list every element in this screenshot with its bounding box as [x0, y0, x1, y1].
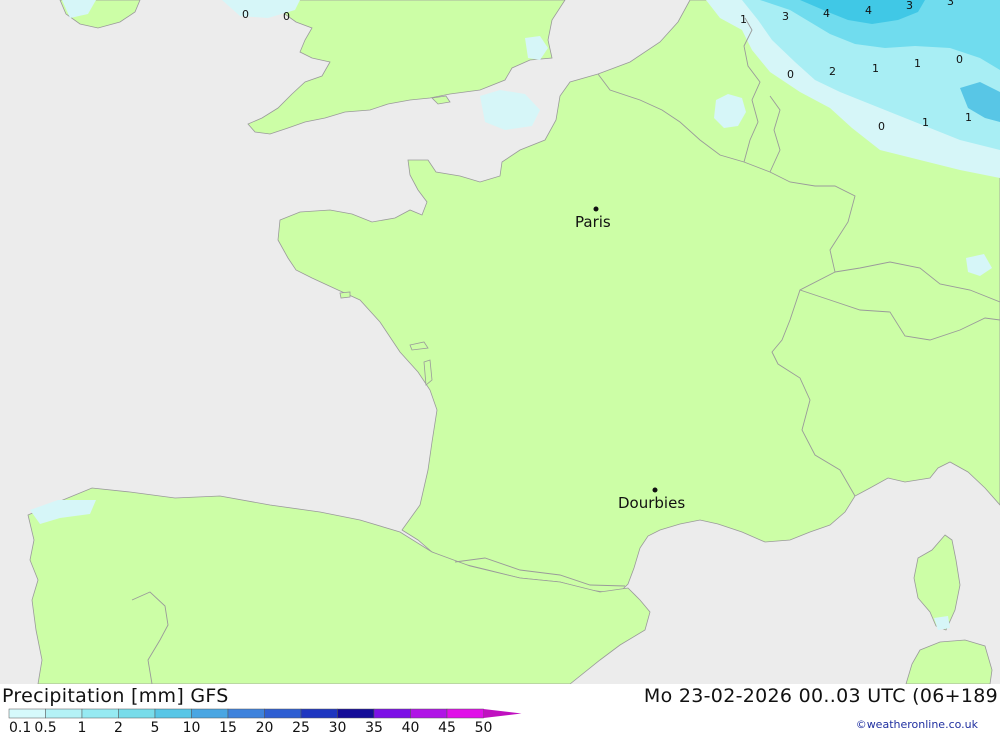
contour-label: 1	[914, 57, 921, 70]
legend-label: 20	[256, 720, 274, 733]
contour-label: 0	[956, 53, 963, 66]
contour-label: 1	[922, 116, 929, 129]
contour-label: 3	[906, 0, 913, 12]
precipitation-legend: 0.1 0.5 1 2 5 10 15 20 25 30 35 40 45 50	[8, 708, 522, 733]
land-island-belle	[339, 291, 351, 299]
legend-swatch	[81, 708, 119, 719]
contour-label: 1	[872, 62, 879, 75]
legend-swatch	[373, 708, 411, 719]
legend-labels: 0.1 0.5 1 2 5 10 15 20 25 30 35 40 45 50	[9, 720, 492, 733]
contour-label: 3	[782, 10, 789, 23]
legend-label: 1	[78, 720, 87, 733]
legend-label: 0.5	[34, 720, 56, 733]
legend-label: 2	[114, 720, 123, 733]
legend-label: 5	[151, 720, 160, 733]
contour-label: 4	[823, 7, 830, 20]
contour-label: 0	[283, 10, 290, 23]
city-label-paris: Paris	[575, 213, 611, 231]
legend-swatch	[191, 708, 229, 719]
map-title: Precipitation [mm] GFS	[2, 685, 229, 707]
legend-label: 45	[438, 720, 456, 733]
legend-swatch	[227, 708, 265, 719]
contour-label: 1	[740, 13, 747, 26]
contour-label: 0	[242, 8, 249, 21]
city-label-dourbies: Dourbies	[618, 494, 685, 512]
legend-label: 50	[475, 720, 493, 733]
legend-swatch	[264, 708, 302, 719]
legend-label: 30	[329, 720, 347, 733]
legend-label: 40	[402, 720, 420, 733]
legend-swatches	[8, 708, 522, 719]
legend-swatch	[446, 708, 484, 719]
contour-label: 1	[965, 111, 972, 124]
legend-swatch	[337, 708, 375, 719]
forecast-time: Mo 23-02-2026 00..03 UTC (06+189	[643, 685, 998, 707]
contour-label: 3	[947, 0, 954, 8]
contour-label: 0	[878, 120, 885, 133]
city-marker-paris[interactable]	[593, 206, 599, 212]
legend-label: 10	[183, 720, 201, 733]
legend-label: 35	[365, 720, 383, 733]
legend-label: 15	[219, 720, 237, 733]
contour-label: 0	[787, 68, 794, 81]
city-marker-dourbies[interactable]	[652, 487, 658, 493]
precipitation-map[interactable]: Paris Dourbies 0 0 1 3 4 4 3 3 0 2 1 1 0…	[0, 0, 1000, 684]
legend-label: 0.1	[9, 720, 31, 733]
legend-swatch	[154, 708, 192, 719]
legend-swatch	[45, 708, 83, 719]
legend-swatch	[410, 708, 448, 719]
credit-text[interactable]: ©weatheronline.co.uk	[856, 718, 978, 731]
contour-label: 2	[829, 65, 836, 78]
legend-swatch	[118, 708, 156, 719]
contour-label: 4	[865, 4, 872, 17]
legend-swatch	[8, 708, 46, 719]
legend-swatch	[300, 708, 338, 719]
legend-swatch-arrow	[483, 709, 522, 718]
legend-label: 25	[292, 720, 310, 733]
